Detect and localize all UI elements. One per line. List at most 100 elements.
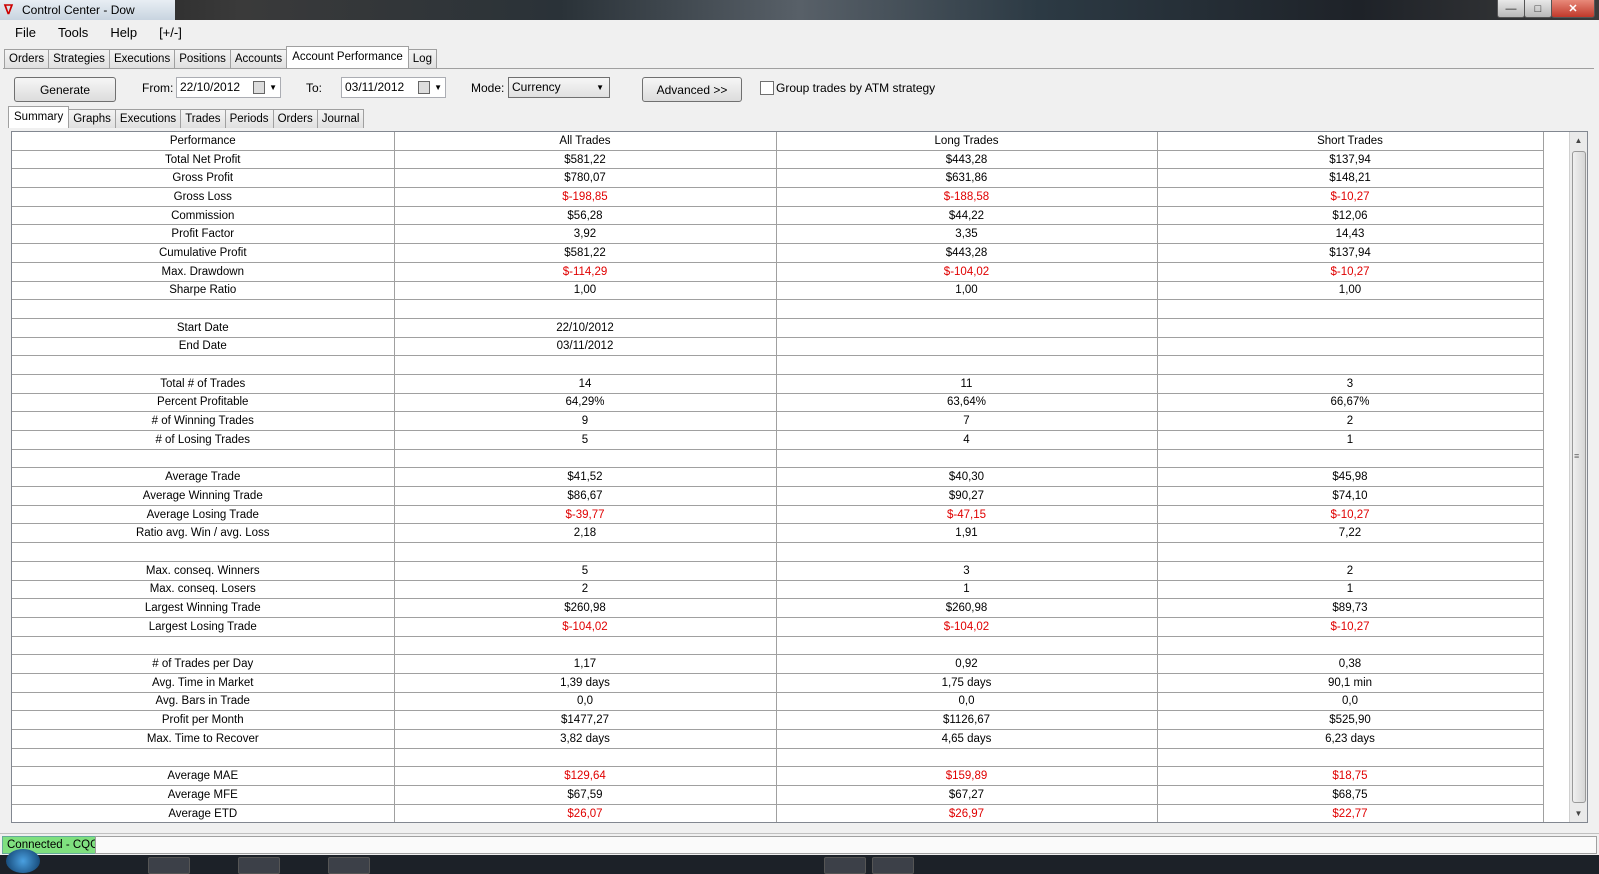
metric-value-cell: $86,67 (394, 486, 777, 506)
metric-value-cell: 4 (776, 430, 1158, 450)
minimize-button[interactable]: — (1497, 0, 1525, 18)
tab-accounts[interactable]: Accounts (229, 49, 288, 68)
tab-graphs[interactable]: Graphs (68, 109, 116, 128)
group-atm-checkbox[interactable] (760, 81, 774, 95)
tab-journal[interactable]: Journal (316, 109, 365, 128)
column-header[interactable]: All Trades (394, 132, 777, 151)
metric-value-cell: 1 (776, 580, 1158, 600)
table-row[interactable]: Average Trade $41,52 $40,30 $45,98 (12, 467, 1544, 488)
chevron-down-icon[interactable]: ▼ (434, 78, 442, 97)
taskbar-button[interactable] (238, 857, 280, 874)
maximize-button[interactable]: □ (1524, 0, 1552, 18)
table-row[interactable]: Max. Time to Recover 3,82 days 4,65 days 6,… (12, 729, 1544, 749)
table-row[interactable] (12, 299, 1544, 319)
calendar-icon[interactable] (253, 81, 265, 94)
tab-orders[interactable]: Orders (4, 49, 50, 68)
taskbar-button[interactable] (824, 857, 866, 874)
menu-help[interactable]: Help (99, 25, 148, 40)
table-row[interactable]: Max. conseq. Losers 2 1 1 (12, 580, 1544, 600)
table-row[interactable]: Average MFE $67,59 $67,27 $68,75 (12, 785, 1544, 805)
calendar-icon[interactable] (418, 81, 430, 94)
tab-orders-sub[interactable]: Orders (272, 109, 318, 128)
table-row[interactable] (12, 748, 1544, 768)
metric-value-cell: $443,28 (776, 150, 1158, 170)
table-row[interactable]: # of Trades per Day 1,17 0,92 0,38 (12, 654, 1544, 674)
vertical-scrollbar[interactable]: ▲ ≡ ▼ (1569, 132, 1587, 822)
table-row[interactable]: # of Winning Trades 9 7 2 (12, 411, 1544, 431)
metric-value-cell (776, 337, 1158, 357)
tab-strategies[interactable]: Strategies (48, 49, 110, 68)
column-header[interactable]: Short Trades (1157, 132, 1544, 151)
metric-value-cell: $89,73 (1157, 598, 1544, 618)
tab-positions[interactable]: Positions (174, 49, 231, 68)
table-row[interactable]: Gross Loss $-198,85 $-188,58 $-10,27 (12, 187, 1544, 207)
table-row[interactable]: Average ETD $26,07 $26,97 $22,77 (12, 804, 1544, 822)
table-row[interactable]: # of Losing Trades 5 4 1 (12, 430, 1544, 450)
metric-value-cell: $260,98 (394, 598, 777, 618)
scroll-up-icon[interactable]: ▲ (1570, 132, 1587, 149)
table-row[interactable] (12, 355, 1544, 375)
table-row[interactable]: End Date 03/11/2012 (12, 337, 1544, 357)
scroll-thumb[interactable] (1572, 151, 1586, 803)
column-header[interactable]: Performance (12, 132, 395, 151)
taskbar-button[interactable] (328, 857, 370, 874)
table-row[interactable]: Max. conseq. Winners 5 3 2 (12, 561, 1544, 581)
tab-executions[interactable]: Executions (108, 49, 176, 68)
table-row[interactable]: Commission $56,28 $44,22 $12,06 (12, 206, 1544, 226)
table-row[interactable]: Avg. Time in Market 1,39 days 1,75 days 90,… (12, 673, 1544, 693)
table-row[interactable]: Total # of Trades 14 11 3 (12, 374, 1544, 394)
close-button[interactable]: ✕ (1551, 0, 1595, 18)
table-row[interactable]: Profit Factor 3,92 3,35 14,43 (12, 224, 1544, 245)
table-row[interactable]: Start Date 22/10/2012 (12, 318, 1544, 338)
table-row[interactable] (12, 636, 1544, 656)
start-orb-icon[interactable] (6, 849, 40, 873)
metric-value-cell (1157, 449, 1544, 469)
metric-value-cell: $26,97 (776, 804, 1158, 822)
menu-expand-toggle[interactable]: [+/-] (148, 25, 193, 40)
metric-value-cell: $18,75 (1157, 766, 1544, 787)
tab-account-performance[interactable]: Account Performance (286, 46, 409, 68)
from-date-picker[interactable]: 22/10/2012 ▼ (176, 77, 281, 98)
table-row[interactable]: Largest Winning Trade $260,98 $260,98 $89,7… (12, 598, 1544, 618)
tab-periods[interactable]: Periods (224, 109, 274, 128)
chevron-down-icon[interactable]: ▼ (269, 78, 277, 97)
table-row[interactable]: Max. Drawdown $-114,29 $-104,02 $-10,27 (12, 262, 1544, 282)
table-row[interactable]: Gross Profit $780,07 $631,86 $148,21 (12, 168, 1544, 189)
advanced-button[interactable]: Advanced >> (642, 77, 742, 102)
metric-value-cell (776, 318, 1158, 338)
to-date-picker[interactable]: 03/11/2012 ▼ (341, 77, 446, 98)
tab-summary[interactable]: Summary (8, 106, 70, 128)
performance-grid[interactable]: Performance All Trades Long Trades Short… (11, 131, 1588, 823)
table-row[interactable]: Avg. Bars in Trade 0,0 0,0 0,0 (12, 692, 1544, 712)
table-row[interactable]: Total Net Profit $581,22 $443,28 $137,94 (12, 150, 1544, 170)
table-row[interactable]: Average Winning Trade $86,67 $90,27 $74,10 (12, 486, 1544, 506)
metric-value-cell: 1 (1157, 580, 1544, 600)
generate-button[interactable]: Generate (14, 77, 116, 102)
tab-log[interactable]: Log (407, 49, 437, 68)
table-row[interactable]: Percent Profitable 64,29% 63,64% 66,67% (12, 393, 1544, 413)
metric-value-cell: $780,07 (394, 168, 777, 189)
table-row[interactable]: Average Losing Trade $-39,77 $-47,15 $-10,2… (12, 505, 1544, 525)
menu-tools[interactable]: Tools (47, 25, 99, 40)
taskbar-button[interactable] (872, 857, 914, 874)
menu-file[interactable]: File (0, 25, 47, 40)
metric-value-cell (394, 542, 777, 562)
tab-trades[interactable]: Trades (180, 109, 226, 128)
table-row[interactable]: Average MAE $129,64 $159,89 $18,75 (12, 766, 1544, 787)
metric-label-cell (12, 748, 395, 768)
table-row[interactable]: Cumulative Profit $581,22 $443,28 $137,94 (12, 243, 1544, 263)
taskbar-button[interactable] (148, 857, 190, 874)
table-row[interactable]: Sharpe Ratio 1,00 1,00 1,00 (12, 281, 1544, 301)
table-row[interactable]: Profit per Month $1477,27 $1126,67 $525,90 (12, 710, 1544, 730)
table-row[interactable] (12, 449, 1544, 469)
table-row[interactable]: Largest Losing Trade $-104,02 $-104,02 $-10… (12, 617, 1544, 637)
table-row[interactable] (12, 542, 1544, 562)
metric-value-cell: 2,18 (394, 523, 777, 544)
metric-value-cell (394, 299, 777, 319)
column-header[interactable]: Long Trades (776, 132, 1158, 151)
metric-value-cell: 64,29% (394, 393, 777, 413)
table-row[interactable]: Ratio avg. Win / avg. Loss 2,18 1,91 7,22 (12, 523, 1544, 544)
scroll-down-icon[interactable]: ▼ (1570, 805, 1587, 822)
tab-executions-sub[interactable]: Executions (114, 109, 182, 128)
mode-select[interactable]: Currency ▼ (508, 77, 610, 98)
